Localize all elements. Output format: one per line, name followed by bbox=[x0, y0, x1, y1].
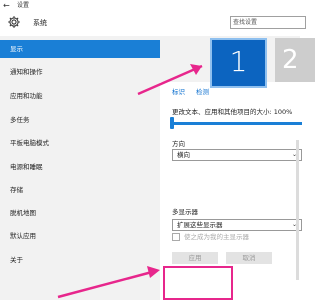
annotation-arrow-advanced bbox=[57, 266, 160, 299]
